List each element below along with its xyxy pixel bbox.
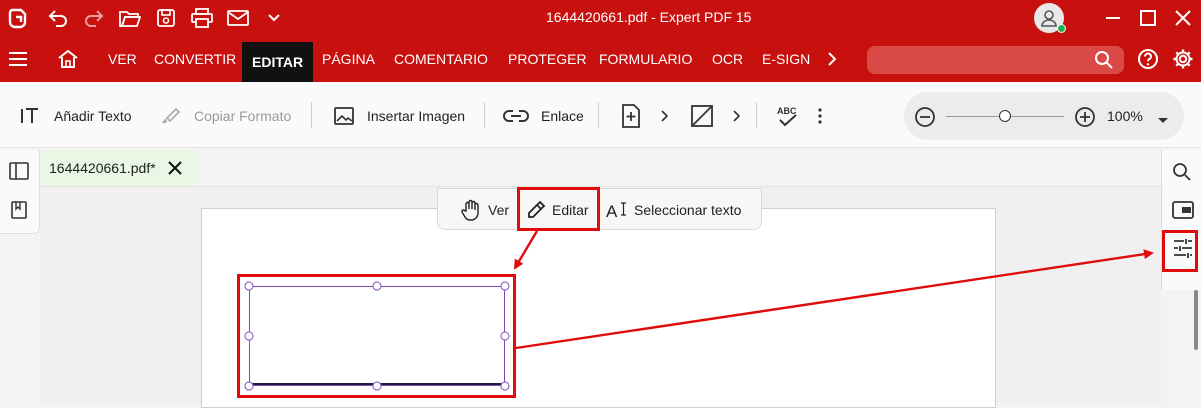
select-text-icon: A — [606, 202, 626, 220]
add-page-icon — [622, 104, 640, 128]
link-label: Enlace — [541, 108, 584, 124]
image-icon — [334, 107, 354, 125]
bookmark-icon[interactable] — [11, 201, 27, 224]
menu-pagina[interactable]: PÁGINA — [322, 36, 375, 82]
vertical-scrollbar[interactable] — [1194, 290, 1198, 350]
crop-page-button[interactable] — [690, 104, 726, 128]
search-icon — [1094, 50, 1114, 75]
chevron-right-icon[interactable] — [820, 47, 844, 71]
zoom-in-icon[interactable] — [1074, 106, 1096, 133]
mode-ver-button[interactable]: Ver — [460, 199, 509, 221]
toolbar-divider — [598, 102, 599, 128]
page-view-icon[interactable] — [1172, 201, 1194, 224]
print-icon[interactable] — [190, 6, 214, 30]
help-icon[interactable] — [1136, 47, 1160, 71]
annotation-highlight-text-box — [237, 274, 516, 398]
search-input[interactable] — [867, 46, 1124, 74]
zoom-dropdown-icon[interactable] — [1157, 112, 1169, 130]
link-button[interactable]: Enlace — [503, 104, 584, 128]
add-text-label: Añadir Texto — [54, 108, 132, 124]
undo-icon[interactable] — [46, 6, 70, 30]
hamburger-menu-icon[interactable] — [6, 47, 30, 71]
crop-page-more-chevron-icon[interactable] — [732, 104, 754, 128]
title-bar: 1644420661.pdf - Expert PDF 15 — [0, 0, 1201, 36]
close-icon[interactable] — [1171, 6, 1195, 30]
format-brush-icon — [162, 107, 181, 124]
spell-check-icon: ABC — [777, 106, 797, 127]
toolbar-divider — [311, 102, 312, 128]
spell-check-button[interactable]: ABC — [776, 104, 812, 128]
mode-select-text-button[interactable]: A Seleccionar texto — [606, 199, 741, 221]
mail-icon[interactable] — [226, 6, 250, 30]
more-options-icon[interactable] — [816, 104, 836, 128]
zoom-out-icon[interactable] — [914, 106, 936, 133]
mode-ver-label: Ver — [488, 202, 510, 218]
menu-proteger[interactable]: PROTEGER — [508, 36, 587, 82]
settings-gear-icon[interactable] — [1171, 47, 1195, 71]
menu-formulario[interactable]: FORMULARIO — [599, 36, 692, 82]
hand-icon — [461, 199, 479, 221]
app-logo-icon — [6, 6, 30, 30]
save-icon[interactable] — [154, 6, 178, 30]
insert-image-button[interactable]: Insertar Imagen — [333, 104, 465, 128]
tab-close-icon[interactable] — [167, 161, 182, 175]
copy-format-button[interactable]: Copiar Formato — [160, 104, 291, 128]
menu-esign[interactable]: E-SIGN — [762, 36, 810, 82]
toolbar-divider — [756, 102, 757, 128]
insert-page-button[interactable] — [620, 104, 654, 128]
mode-select-text-label: Seleccionar texto — [634, 202, 742, 218]
copy-format-label: Copiar Formato — [194, 108, 292, 124]
editing-toolbar: Añadir Texto Copiar Formato Insertar Ima… — [0, 82, 1201, 148]
link-icon — [503, 110, 529, 122]
menu-comentario[interactable]: COMENTARIO — [394, 36, 488, 82]
maximize-icon[interactable] — [1136, 6, 1160, 30]
svg-text:ABC: ABC — [777, 106, 797, 116]
ribbon-menu-bar: VER CONVERTIR EDITAR PÁGINA COMENTARIO P… — [0, 36, 1201, 82]
left-side-panel — [0, 150, 40, 234]
add-text-button[interactable]: Añadir Texto — [20, 104, 132, 128]
no-page-icon — [691, 105, 713, 127]
open-folder-icon[interactable] — [118, 6, 142, 30]
annotation-highlight-editar — [517, 187, 600, 231]
insert-page-more-chevron-icon[interactable] — [660, 104, 682, 128]
insert-image-label: Insertar Imagen — [367, 108, 466, 124]
redo-icon[interactable] — [82, 6, 106, 30]
document-tab[interactable]: 1644420661.pdf* — [40, 150, 198, 186]
toolbar-divider — [484, 102, 485, 128]
sidebar-toggle-icon[interactable] — [9, 162, 29, 185]
menu-ocr[interactable]: OCR — [712, 36, 743, 82]
add-text-icon — [21, 108, 38, 123]
search-panel-icon[interactable] — [1172, 162, 1192, 187]
svg-text:A: A — [606, 202, 618, 220]
window-title: 1644420661.pdf - Expert PDF 15 — [546, 9, 752, 25]
menu-ver[interactable]: VER — [108, 36, 137, 82]
chevron-down-icon[interactable] — [262, 6, 286, 30]
annotation-highlight-properties — [1162, 230, 1198, 272]
home-icon[interactable] — [56, 47, 80, 71]
menu-editar[interactable]: EDITAR — [242, 42, 314, 82]
zoom-slider-thumb[interactable] — [999, 110, 1011, 122]
online-status-icon — [1057, 24, 1066, 33]
zoom-value[interactable]: 100% — [1107, 108, 1143, 124]
document-tab-title: 1644420661.pdf* — [49, 160, 156, 176]
minimize-icon[interactable] — [1101, 6, 1125, 30]
menu-convertir[interactable]: CONVERTIR — [154, 36, 236, 82]
zoom-control: 100% — [904, 92, 1184, 140]
